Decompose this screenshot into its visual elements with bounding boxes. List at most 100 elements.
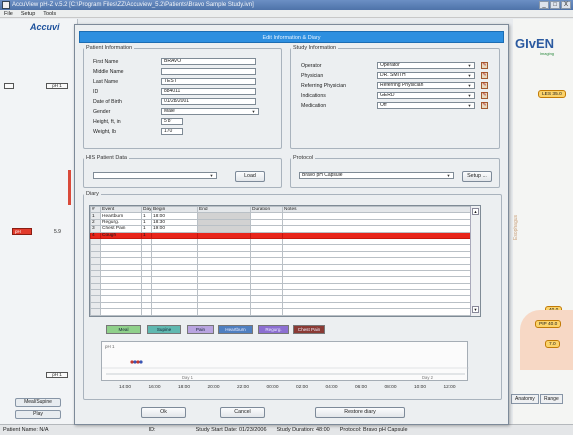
his-select[interactable]: ▼	[93, 172, 217, 179]
table-cell[interactable]	[282, 308, 472, 316]
operator-value: Operator	[380, 62, 400, 68]
referring-value: Referring Physician	[380, 82, 424, 88]
timeline-tick-label: 08:00	[384, 385, 397, 390]
chevron-down-icon: ▼	[467, 83, 472, 88]
scroll-up-icon[interactable]: ▲	[472, 208, 479, 215]
edit-physician-icon[interactable]: ✎	[481, 72, 488, 79]
gender-select[interactable]: Male ▼	[161, 108, 259, 115]
timeline-tick-label: 22:00	[237, 385, 250, 390]
medication-select[interactable]: Off ▼	[377, 102, 475, 109]
marker-value: 5.9	[54, 229, 61, 235]
diary-legend: Diary	[86, 191, 99, 197]
anatomy-button[interactable]: Anatomy	[511, 394, 539, 404]
close-window-button[interactable]: X	[561, 1, 571, 9]
indications-select[interactable]: GERD ▼	[377, 92, 475, 99]
play-button[interactable]: Play	[15, 410, 61, 419]
lower-badge: 7.0	[545, 340, 560, 348]
operator-select[interactable]: Operator ▼	[377, 62, 475, 69]
his-legend: HIS Patient Data	[86, 155, 127, 161]
event-dot-4	[139, 360, 143, 364]
esophagus-label: Esophagus	[513, 214, 519, 240]
logo-right-text: GIvEN	[515, 36, 555, 51]
diary-grid: # Event Day Begin End Duration Notes 1 Heartbur…	[89, 205, 481, 317]
id-field[interactable]: 884011	[161, 88, 256, 95]
status-patient: Patient Name: N/A	[3, 427, 49, 433]
chevron-down-icon: ▼	[446, 173, 451, 178]
event-button-4[interactable]: Regurg.	[258, 325, 289, 334]
timeline-day2-label: Day 2	[422, 375, 433, 380]
diary-scrollbar[interactable]: ▲ ▼	[470, 206, 480, 316]
event-button-5[interactable]: Chest Pain	[293, 325, 325, 334]
edit-referring-icon[interactable]: ✎	[481, 82, 488, 89]
chevron-down-icon: ▼	[467, 73, 472, 78]
event-button-2[interactable]: Pain	[187, 325, 214, 334]
indications-value: GERD	[380, 92, 395, 98]
channel-tag: pH 1	[46, 83, 68, 89]
timeline-tick-label: 14:00	[119, 385, 132, 390]
scroll-down-icon[interactable]: ▼	[472, 306, 479, 313]
referring-select[interactable]: Referring Physician ▼	[377, 82, 475, 89]
edit-indications-icon[interactable]: ✎	[481, 92, 488, 99]
range-button[interactable]: Range	[540, 394, 563, 404]
physician-value: DR. SMITH	[380, 72, 406, 78]
table-cell[interactable]	[90, 308, 101, 316]
weight-field[interactable]: 170	[161, 128, 183, 135]
edit-medication-icon[interactable]: ✎	[481, 102, 488, 109]
medication-label: Medication	[301, 103, 327, 109]
height-label: Height, ft, in	[93, 119, 121, 125]
restore-diary-button[interactable]: Restore diary	[315, 407, 405, 418]
timeline-svg	[102, 360, 469, 375]
diary-body: 1 Heartburn 1 18:00 2 Regurg. 1 18:30 3 Chest Pai…	[90, 212, 472, 316]
timeline-tick-label: 00:00	[266, 385, 279, 390]
table-cell[interactable]	[197, 308, 251, 316]
diary-col-header[interactable]: Day	[141, 205, 152, 214]
edit-operator-icon[interactable]: ✎	[481, 62, 488, 69]
maximize-button[interactable]: □	[550, 1, 560, 9]
timeline-tick-label: 06:00	[355, 385, 368, 390]
timeline-tick-label: 04:00	[325, 385, 338, 390]
menu-setup[interactable]: Setup	[21, 10, 35, 17]
last-name-label: Last Name	[93, 79, 119, 85]
ok-button[interactable]: Ok	[141, 407, 186, 418]
pip-badge: PIP 40.0	[535, 320, 562, 328]
dob-field[interactable]: 01/28/2001	[161, 98, 256, 105]
table-row[interactable]	[90, 308, 472, 316]
chevron-down-icon: ▼	[209, 173, 214, 178]
load-button[interactable]: Load	[235, 171, 265, 182]
cancel-button[interactable]: Cancel	[220, 407, 265, 418]
ph-marker[interactable]: pH	[12, 228, 32, 235]
setup-button[interactable]: Setup ...	[462, 171, 492, 182]
table-cell[interactable]	[151, 308, 198, 316]
channel-icon	[4, 83, 14, 89]
event-button-1[interactable]: Supine	[147, 325, 181, 334]
dob-label: Date of Birth	[93, 99, 122, 105]
minimize-button[interactable]: _	[539, 1, 549, 9]
les-badge: LES 35.0	[538, 90, 566, 98]
timeline-tick-label: 16:00	[148, 385, 161, 390]
timeline-tick-label: 18:00	[178, 385, 191, 390]
timeline-tick-label: 02:00	[296, 385, 309, 390]
table-cell[interactable]	[100, 308, 142, 316]
middle-name-field[interactable]	[161, 68, 256, 75]
last-name-field[interactable]: TEST	[161, 78, 256, 85]
protocol-select[interactable]: Bravo pH Capsule ▼	[299, 172, 454, 179]
menu-bar: File Setup Tools	[0, 10, 573, 18]
indications-label: Indications	[301, 93, 326, 99]
event-button-3[interactable]: Heartburn	[218, 325, 253, 334]
physician-select[interactable]: DR. SMITH ▼	[377, 72, 475, 79]
table-cell[interactable]	[141, 308, 152, 316]
height-field[interactable]: 5'8"	[161, 118, 183, 125]
first-name-label: First Name	[93, 59, 119, 65]
logo-right-sub: Imaging	[539, 51, 555, 56]
menu-file[interactable]: File	[4, 10, 13, 17]
first-name-field[interactable]: BRAVO	[161, 58, 256, 65]
referring-label: Referring Physician	[301, 83, 346, 89]
timeline-day-label: Day 1	[182, 375, 193, 380]
menu-tools[interactable]: Tools	[43, 10, 56, 17]
meal-supine-button[interactable]: Meal/Supine	[15, 398, 61, 407]
event-button-0[interactable]: Meal	[106, 325, 141, 334]
table-cell[interactable]	[250, 308, 283, 316]
status-duration: Study Duration: 48:00	[276, 427, 330, 433]
timeline-overview[interactable]: pH 1 Day 1 Day 2	[101, 341, 469, 381]
left-panel	[0, 19, 78, 424]
